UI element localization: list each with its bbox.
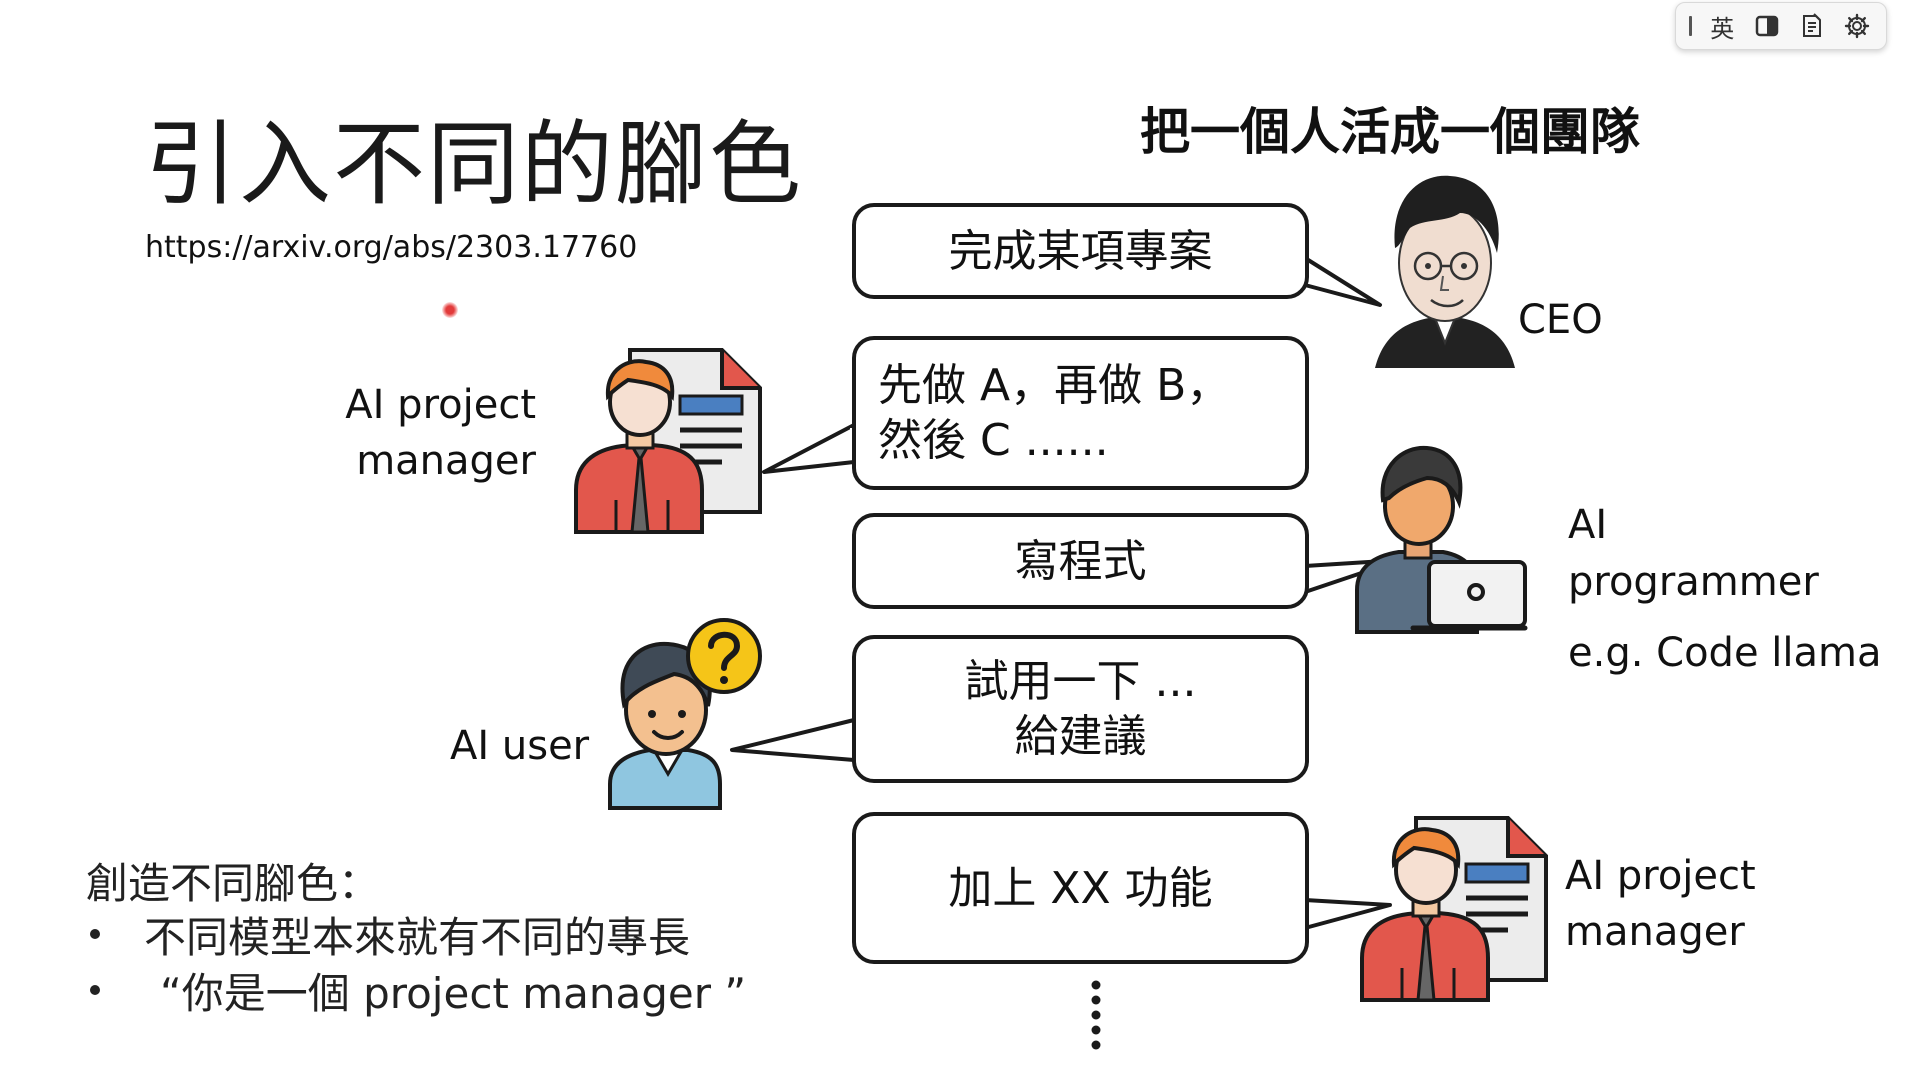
bubble-text: 寫程式: [1014, 535, 1147, 587]
role-label-line-2: manager: [356, 438, 536, 484]
bubble-text-line-2: 給建議: [1014, 711, 1147, 762]
role-label-line-1: AI project: [1565, 853, 1756, 899]
project-manager-avatar-top: [574, 348, 762, 534]
continuation-dots: [1091, 980, 1101, 1050]
question-mark-icon: [686, 618, 762, 694]
bullet-dot: [90, 929, 100, 939]
bullet-item: 不同模型本來就有不同的專長: [86, 906, 746, 962]
bullet-item: “你是一個 project manager ”: [86, 962, 746, 1018]
bubble-text-line-2: 然後 C ......: [878, 415, 1109, 466]
role-label-user: AI user: [450, 723, 590, 769]
bullet-list: 不同模型本來就有不同的專長 “你是一個 project manager ”: [86, 906, 746, 1018]
role-label-example: e.g. Code llama: [1568, 629, 1882, 676]
role-label-programmer: AI programmer e.g. Code llama: [1568, 497, 1881, 681]
ceo-portrait: [1375, 175, 1515, 368]
speech-bubble-programmer: 寫程式: [852, 513, 1309, 609]
bubble-text-line-1: 試用一下 ...: [964, 656, 1197, 707]
speech-bubble-user: 試用一下 ... 給建議: [852, 635, 1309, 783]
user-avatar: [608, 618, 762, 810]
role-label-ceo: CEO: [1518, 297, 1603, 343]
role-label-pm-top: AI project manager: [330, 377, 536, 489]
bullet-text: “你是一個 project manager ”: [160, 968, 747, 1018]
programmer-avatar: [1355, 445, 1528, 634]
role-label-line-2: manager: [1565, 909, 1745, 955]
bottom-heading: 創造不同腳色：: [86, 859, 381, 908]
bubble-text: 完成某項專案: [948, 225, 1213, 277]
speech-bubble-pm-feature: 加上 XX 功能: [852, 812, 1309, 964]
bubble-text: 加上 XX 功能: [948, 862, 1213, 914]
role-label-line-1: AI project: [345, 382, 536, 428]
speech-bubble-pm-plan: 先做 A，再做 B， 然後 C ......: [852, 336, 1309, 490]
project-manager-avatar-bottom: [1360, 816, 1548, 1002]
speech-bubble-ceo: 完成某項專案: [852, 203, 1309, 299]
role-label-line-2: programmer: [1568, 558, 1819, 605]
bullet-text: 不同模型本來就有不同的專長: [144, 912, 691, 962]
role-label-line-1: AI: [1568, 502, 1608, 548]
bullet-dot: [90, 985, 100, 995]
role-label-pm-bottom: AI project manager: [1565, 848, 1756, 960]
bubble-text-line-1: 先做 A，再做 B，: [878, 360, 1231, 411]
